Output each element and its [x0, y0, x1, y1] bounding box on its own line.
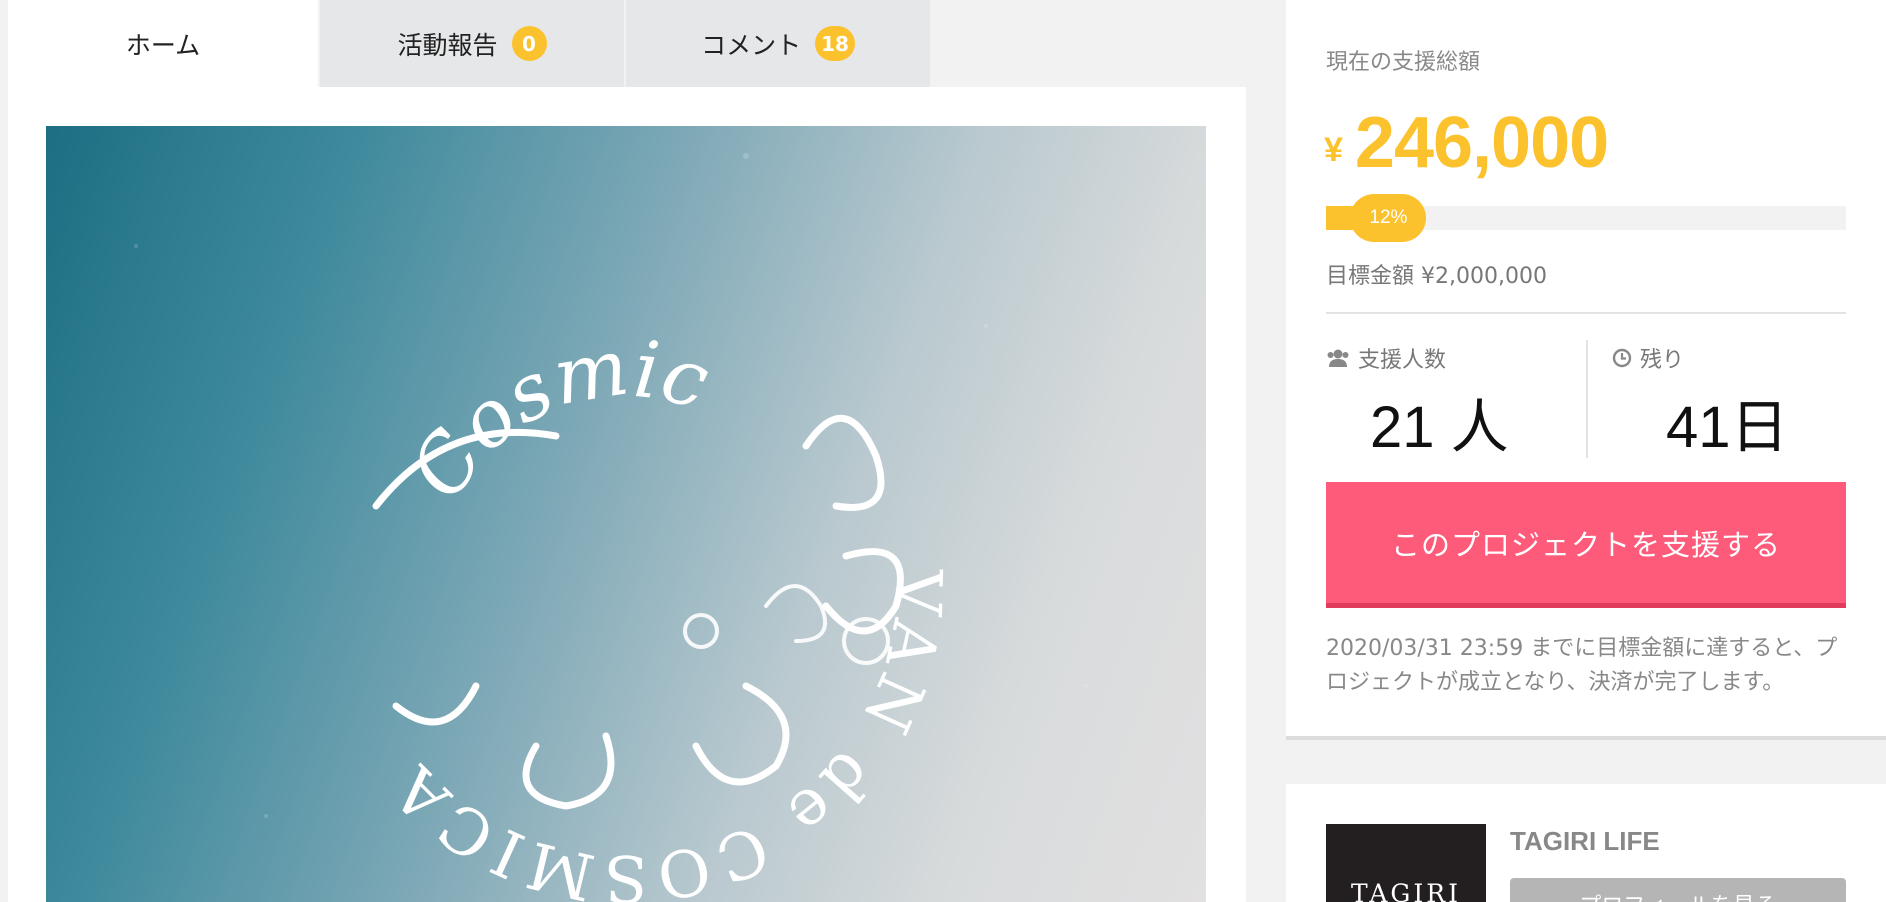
activity-count-badge: 0 — [511, 26, 547, 61]
tab-bar: ホーム 活動報告 0 コメント 18 — [8, 0, 1246, 87]
hero-logo-artwork: VAN de COSMICA Cosmic — [134, 153, 1088, 902]
supporters-label: 支援人数 — [1326, 342, 1446, 374]
tab-home-label: ホーム — [125, 30, 201, 60]
project-hero-image: VAN de COSMICA Cosmic — [46, 126, 1206, 902]
tab-activity-reports[interactable]: 活動報告 0 — [318, 0, 624, 87]
users-icon — [1327, 349, 1349, 367]
stats-vertical-divider — [1586, 340, 1588, 458]
remaining-days: 41日 — [1666, 395, 1789, 460]
funding-notice: 2020/03/31 23:59 までに目標金額に達すると、プロジェクトが成立と… — [1326, 636, 1838, 695]
supporters-label-text: 支援人数 — [1358, 348, 1447, 373]
owner-logo-text: TAGIRI — [1351, 879, 1461, 902]
comment-count-badge: 18 — [815, 26, 855, 61]
funded-total-label: 現在の支援総額 — [1326, 50, 1481, 75]
progress-bar: 12% — [1326, 194, 1846, 242]
view-profile-button[interactable]: プロフィールを見る — [1510, 878, 1846, 902]
clock-icon — [1612, 348, 1632, 368]
support-project-button[interactable]: このプロジェクトを支援する — [1326, 482, 1846, 608]
hero-logo-script: Cosmic — [393, 322, 718, 514]
progress-percent-badge: 12% — [1350, 194, 1427, 242]
svg-text:Cosmic: Cosmic — [393, 322, 718, 514]
remaining-label-text: 残り — [1640, 348, 1685, 373]
supporters-count: 21 人 — [1370, 395, 1509, 460]
stats-divider — [1326, 312, 1846, 314]
goal-amount: 目標金額 ¥2,000,000 — [1326, 264, 1547, 289]
tab-activity-label: 活動報告 — [397, 30, 498, 60]
tab-comments-label: コメント — [701, 30, 802, 60]
currency-symbol: ¥ — [1324, 131, 1343, 169]
tab-comments[interactable]: コメント 18 — [624, 0, 930, 87]
funded-amount-value: 246,000 — [1354, 103, 1609, 183]
main-content: ホーム 活動報告 0 コメント 18 VAN de COSMICA Cosmic — [8, 0, 1246, 902]
project-page: ホーム 活動報告 0 コメント 18 VAN de COSMICA Cosmic… — [0, 0, 1886, 902]
owner-name[interactable]: TAGIRI LIFE — [1510, 826, 1660, 857]
tab-home[interactable]: ホーム — [8, 0, 318, 87]
owner-card: TAGIRI TAGIRI LIFE プロフィールを見る — [1286, 784, 1886, 902]
remaining-label: 残り — [1612, 342, 1684, 374]
funded-amount: ¥246,000 — [1324, 102, 1609, 184]
funding-panel: 現在の支援総額 ¥246,000 12% 目標金額 ¥2,000,000 支援人… — [1286, 0, 1886, 740]
owner-logo[interactable]: TAGIRI — [1326, 824, 1486, 902]
